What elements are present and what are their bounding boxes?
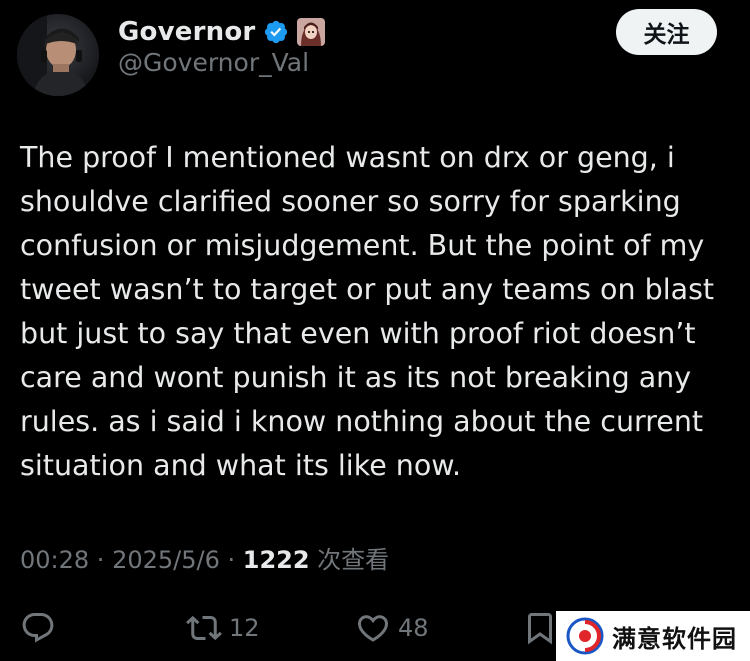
- bookmark-icon: [528, 613, 552, 645]
- like-button[interactable]: 48: [354, 610, 429, 646]
- tweet-date[interactable]: 2025/5/6: [112, 546, 220, 574]
- views-label: 次查看: [309, 546, 390, 574]
- retweet-count: 12: [229, 614, 260, 642]
- profile-avatar[interactable]: [17, 14, 99, 96]
- site-watermark: 满意软件园: [556, 611, 750, 661]
- meta-separator: ·: [219, 546, 243, 574]
- display-name[interactable]: Governor: [118, 17, 255, 47]
- bookmark-button[interactable]: [522, 610, 558, 646]
- profile-emblem-icon: [297, 18, 326, 46]
- like-count: 48: [398, 614, 429, 642]
- reply-button[interactable]: [20, 610, 56, 646]
- tweet-text: The proof I mentioned wasnt on drx or ge…: [20, 141, 715, 482]
- follow-button[interactable]: 关注: [616, 9, 717, 55]
- tweet-meta: 00:28 · 2025/5/6 · 1222 次查看: [20, 540, 389, 575]
- views-count: 1222: [242, 546, 310, 574]
- verified-badge-icon: [265, 20, 288, 44]
- retweet-icon: [186, 615, 222, 641]
- retweet-button[interactable]: 12: [185, 610, 260, 646]
- author-name-row: Governor: [118, 14, 326, 50]
- watermark-logo-icon: [566, 617, 604, 655]
- watermark-text: 满意软件园: [612, 624, 737, 653]
- author-handle[interactable]: @Governor_Val: [118, 48, 309, 77]
- reply-icon: [22, 613, 54, 643]
- tweet-time[interactable]: 00:28: [20, 546, 89, 574]
- meta-separator: ·: [89, 546, 113, 574]
- like-icon: [357, 615, 389, 642]
